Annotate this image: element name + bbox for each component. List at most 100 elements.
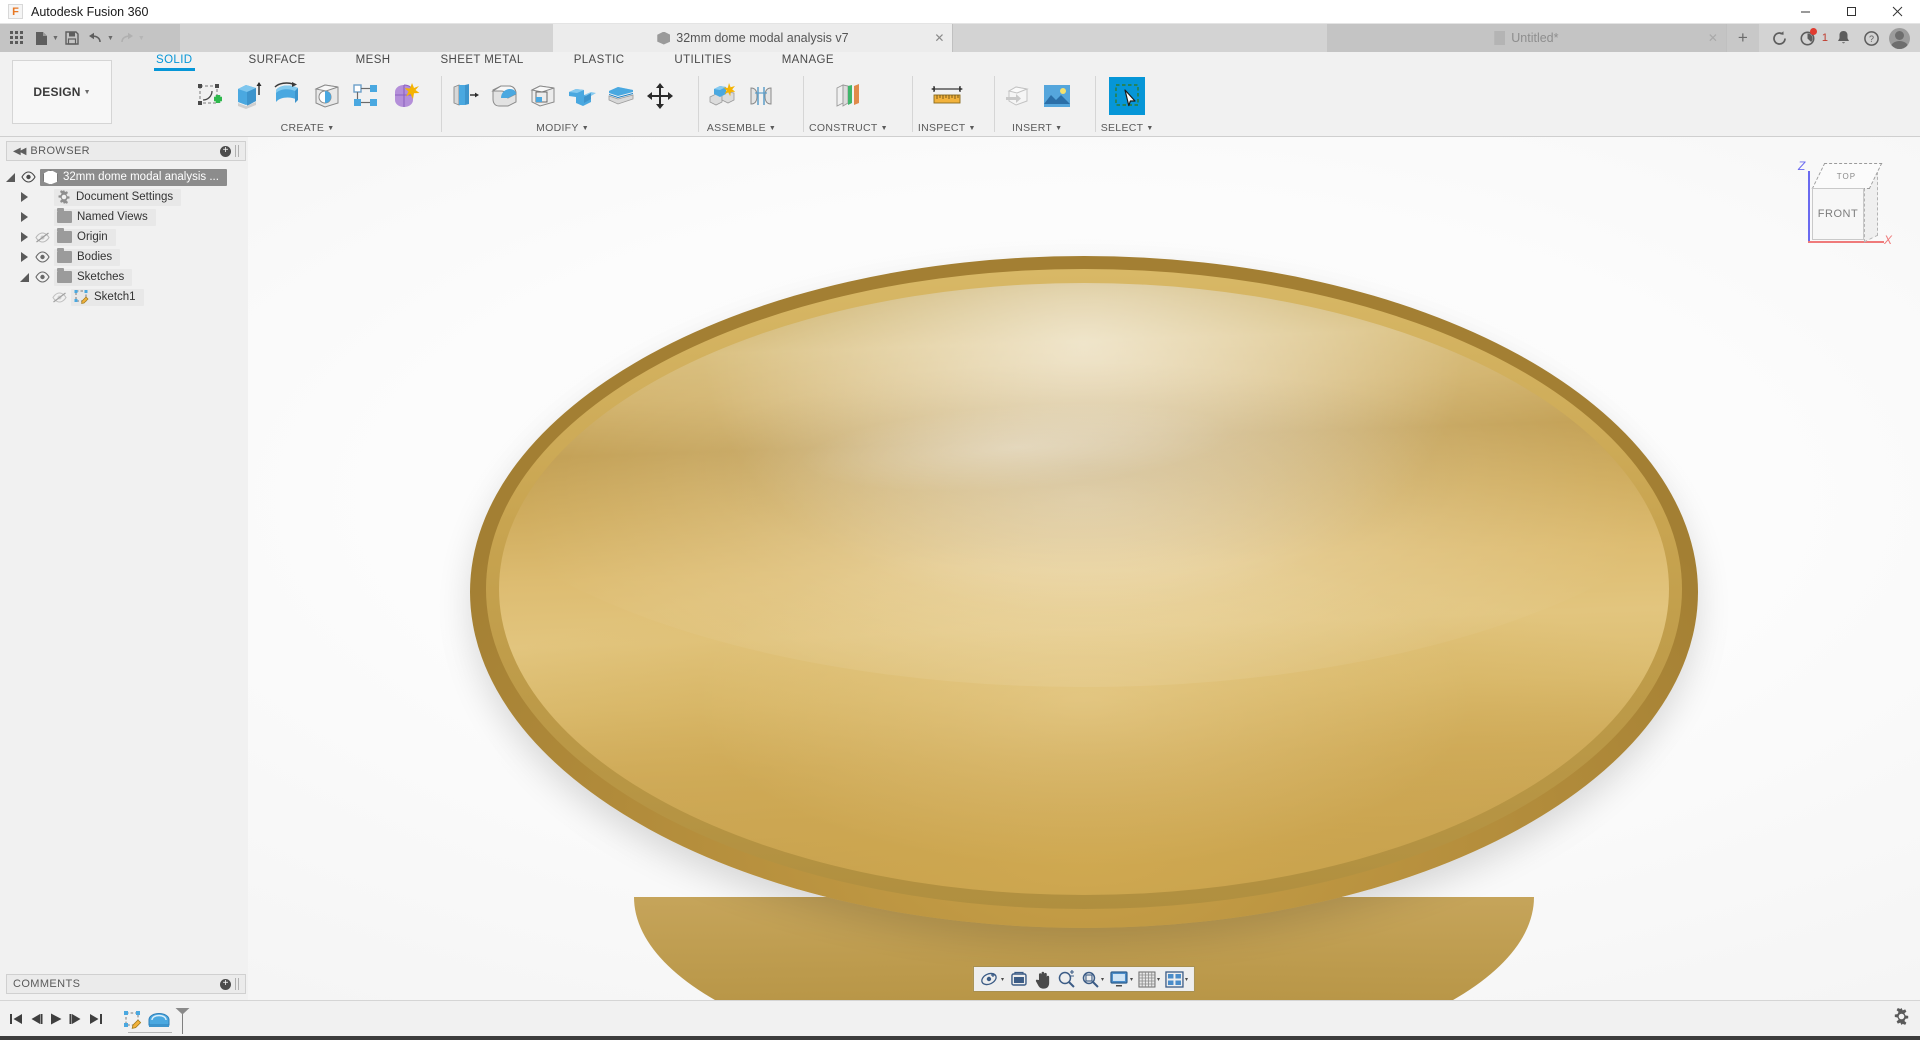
visibility-eye-icon-bodies[interactable] <box>35 250 50 265</box>
view-cube-box[interactable]: TOP FRONT <box>1811 163 1883 243</box>
combine-button[interactable] <box>564 77 600 115</box>
tree-expand-bodies-icon[interactable] <box>18 252 31 262</box>
new-document-caret[interactable]: ▼ <box>52 35 59 42</box>
browser-resize-grip[interactable] <box>235 145 239 157</box>
tab-plastic[interactable]: PLASTIC <box>558 52 641 66</box>
timeline-feature-sketch1[interactable] <box>120 1008 146 1034</box>
tree-expand-named-views-icon[interactable] <box>18 212 31 222</box>
timeline-step-forward-button[interactable] <box>66 1007 86 1031</box>
select-group-label[interactable]: SELECT ▼ <box>1101 122 1154 134</box>
joint-button[interactable] <box>743 77 779 115</box>
insert-mcmaster-button[interactable] <box>1039 77 1075 115</box>
look-at-tool-button[interactable] <box>1007 968 1031 990</box>
visibility-eye-icon-sketches[interactable] <box>35 270 50 285</box>
document-tab-active[interactable]: 32mm dome modal analysis v7 ✕ <box>553 24 954 52</box>
orbit-caret-icon[interactable]: ▾ <box>1001 976 1004 983</box>
browser-add-icon[interactable]: + <box>220 145 231 157</box>
window-close-button[interactable] <box>1874 0 1920 24</box>
press-pull-button[interactable] <box>447 77 483 115</box>
shell-button[interactable] <box>525 77 561 115</box>
pan-tool-button[interactable] <box>1032 968 1054 990</box>
offset-face-button[interactable] <box>603 77 639 115</box>
new-document-icon[interactable] <box>30 27 52 49</box>
view-cube[interactable]: Z X TOP FRONT <box>1790 149 1902 257</box>
offset-plane-button[interactable] <box>830 77 866 115</box>
tree-item-root-component[interactable]: 32mm dome modal analysis ... <box>0 167 248 187</box>
new-tab-button[interactable]: + <box>1726 24 1759 52</box>
comments-add-icon[interactable]: + <box>220 978 231 990</box>
create-group-label[interactable]: CREATE ▼ <box>281 122 335 134</box>
tree-item-bodies[interactable]: Bodies <box>0 247 248 267</box>
create-form-button[interactable] <box>309 77 345 115</box>
tree-expand-document-settings-icon[interactable] <box>18 192 31 202</box>
browser-collapse-icon[interactable]: ◀◀ <box>13 146 26 157</box>
tree-expand-origin-icon[interactable] <box>18 232 31 242</box>
save-icon[interactable] <box>61 27 83 49</box>
job-status-icon[interactable] <box>1795 25 1821 51</box>
view-cube-front-face[interactable]: FRONT <box>1812 188 1864 240</box>
redo-icon[interactable] <box>116 27 138 49</box>
tab-solid[interactable]: SOLID <box>140 52 209 71</box>
viewports-caret-icon[interactable]: ▾ <box>1185 976 1188 983</box>
brass-dome-model[interactable] <box>248 137 1920 1000</box>
tree-expand-sketches-icon[interactable] <box>18 272 31 282</box>
pattern-button[interactable] <box>348 77 384 115</box>
create-mesh-form-button[interactable] <box>387 77 423 115</box>
document-tab-untitled[interactable]: Untitled* ✕ <box>1326 24 1727 52</box>
grid-snaps-caret-icon[interactable]: ▾ <box>1157 976 1160 983</box>
timeline-step-back-button[interactable] <box>26 1007 46 1031</box>
timeline-go-to-end-button[interactable] <box>86 1007 106 1031</box>
comments-panel-header[interactable]: COMMENTS + <box>6 974 246 994</box>
document-tab-close-icon[interactable]: ✕ <box>934 31 944 45</box>
assemble-group-label[interactable]: ASSEMBLE ▼ <box>707 122 776 134</box>
fit-caret-icon[interactable]: ▾ <box>1101 976 1104 983</box>
tree-item-origin[interactable]: Origin <box>0 227 248 247</box>
move-copy-button[interactable] <box>642 77 678 115</box>
timeline-play-button[interactable] <box>46 1007 66 1031</box>
user-avatar[interactable] <box>1886 25 1912 51</box>
fillet-button[interactable] <box>486 77 522 115</box>
fit-tool-button[interactable]: ▾ <box>1079 968 1106 990</box>
tree-item-document-settings[interactable]: Document Settings <box>0 187 248 207</box>
tab-surface[interactable]: SURFACE <box>233 52 322 66</box>
undo-caret[interactable]: ▼ <box>107 35 114 42</box>
viewports-button[interactable]: ▾ <box>1163 968 1190 990</box>
tree-item-sketches[interactable]: Sketches <box>0 267 248 287</box>
zoom-tool-button[interactable] <box>1055 968 1078 990</box>
window-minimize-button[interactable] <box>1782 0 1828 24</box>
tab-mesh[interactable]: MESH <box>340 52 407 66</box>
display-settings-button[interactable]: ▾ <box>1107 968 1135 990</box>
construct-group-label[interactable]: CONSTRUCT ▼ <box>809 122 888 134</box>
settings-gear-icon[interactable] <box>1893 1007 1910 1030</box>
select-tool-button[interactable] <box>1109 77 1146 115</box>
tree-item-named-views[interactable]: Named Views <box>0 207 248 227</box>
inspect-group-label[interactable]: INSPECT ▼ <box>918 122 976 134</box>
grid-icon[interactable] <box>6 27 28 49</box>
workspace-switcher-design[interactable]: DESIGN ▼ <box>12 60 112 124</box>
display-settings-caret-icon[interactable]: ▾ <box>1130 976 1133 983</box>
visibility-eye-icon-root[interactable] <box>21 170 36 185</box>
help-icon[interactable]: ? <box>1858 25 1884 51</box>
visibility-eye-off-icon-origin[interactable] <box>35 230 50 245</box>
comments-resize-grip[interactable] <box>235 978 239 990</box>
redo-caret[interactable]: ▼ <box>138 35 145 42</box>
revolve-button[interactable] <box>270 77 306 115</box>
bell-icon[interactable] <box>1830 25 1856 51</box>
new-component-button[interactable] <box>704 77 740 115</box>
tab-utilities[interactable]: UTILITIES <box>658 52 747 66</box>
timeline-feature-revolve[interactable] <box>146 1008 172 1034</box>
window-maximize-button[interactable] <box>1828 0 1874 24</box>
visibility-eye-off-icon-sketch1[interactable] <box>52 290 67 305</box>
undo-icon[interactable] <box>85 27 107 49</box>
modify-group-label[interactable]: MODIFY ▼ <box>536 122 589 134</box>
tab-manage[interactable]: MANAGE <box>766 52 850 66</box>
tree-item-sketch1[interactable]: Sketch1 <box>0 287 248 307</box>
document-tab-untitled-close-icon[interactable]: ✕ <box>1708 31 1718 45</box>
timeline-end-marker[interactable] <box>182 1007 183 1034</box>
tree-expand-root-icon[interactable] <box>4 172 17 182</box>
extrude-button[interactable] <box>231 77 267 115</box>
refresh-icon[interactable] <box>1767 25 1793 51</box>
tab-sheet-metal[interactable]: SHEET METAL <box>424 52 539 66</box>
insert-group-label[interactable]: INSERT ▼ <box>1012 122 1062 134</box>
create-sketch-button[interactable] <box>192 77 228 115</box>
